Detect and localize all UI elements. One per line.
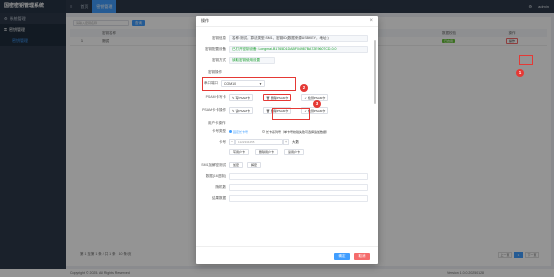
read-icon: ✎ xyxy=(232,108,235,113)
annotation-marker-3: 3 xyxy=(313,100,321,108)
random-input[interactable] xyxy=(229,184,368,191)
write-psam-button[interactable]: ✎ 写PSAM卡 xyxy=(229,94,254,101)
random-label: 随机数 xyxy=(215,185,227,189)
trash-icon: 🗑 xyxy=(266,95,270,100)
radio-dot xyxy=(262,130,266,133)
result-label: 结果数据 xyxy=(212,196,226,200)
decrypt-button[interactable]: 解密 xyxy=(247,162,262,168)
key-info-field: 名称:测试，算法类型:SM1，密钥ID(数据来源USBKEY，地址:) xyxy=(229,35,368,42)
highlight-delete-psam xyxy=(272,108,310,120)
card-type-label: 卡号类型 xyxy=(212,129,226,133)
data-input[interactable] xyxy=(229,173,368,180)
key-info-label: 密钥信息 xyxy=(212,36,226,40)
dialog-body: 密钥信息 名称:测试，算法类型:SM1，密钥ID(数据来源USBKEY，地址:)… xyxy=(196,27,378,246)
trash-icon: 🗑 xyxy=(266,108,270,113)
sm1-label: SM1加解密测试 xyxy=(201,162,226,167)
check-icon: ✓ xyxy=(304,95,307,100)
radio-fixed-card[interactable]: 固定长卡号 xyxy=(229,130,248,134)
device-field: 已打开密钥设备: Longmai-B1765D1DABF04987BA72E96… xyxy=(229,46,368,53)
write-user-card-button[interactable]: 写用户卡 xyxy=(229,149,250,155)
increment-button[interactable]: + xyxy=(283,139,289,145)
data-label: 数据(16进制) xyxy=(205,174,226,178)
operate-dialog: 操作 × 密钥信息 名称:测试，算法类型:SM1，密钥ID(数据来源USBKEY… xyxy=(196,16,378,264)
psam-read-label: PSAM卡卡操作 xyxy=(202,108,226,112)
close-icon[interactable]: × xyxy=(369,18,373,24)
method-label: 密钥方式 xyxy=(212,58,226,62)
dialog-title: 操作 xyxy=(201,18,209,23)
confirm-button[interactable]: 确定 xyxy=(334,253,350,260)
annotation-marker-2: 2 xyxy=(300,84,308,92)
annotation-marker-1: 1 xyxy=(516,69,524,77)
psam-write-label: PSAM卡写卡 xyxy=(205,95,226,99)
result-input[interactable] xyxy=(229,195,368,202)
chevron-down-icon: ▼ xyxy=(259,81,262,86)
user-card-section: 用户卡操作 xyxy=(208,121,226,125)
write-icon: ✎ xyxy=(232,95,235,100)
card-extra-label: 大数 xyxy=(292,139,299,144)
port-label: 串口端口 xyxy=(204,81,218,85)
encrypt-button[interactable]: 加密 xyxy=(229,162,244,168)
highlight-operate xyxy=(519,55,533,65)
dialog-footer: 确定 取消 xyxy=(196,246,378,264)
port-select[interactable]: COM10 ▼ xyxy=(221,80,265,87)
read-psam-button[interactable]: ✎ 读PSAM卡 xyxy=(229,107,254,114)
dialog-scrollbar[interactable] xyxy=(374,40,376,104)
method-field: 读取密钥使用设置 xyxy=(229,57,275,64)
radio-long-card[interactable]: 长卡系列号（单卡号校验失败可选择追加数据） xyxy=(262,130,329,134)
device-op-section: 密钥操作 xyxy=(208,70,222,74)
device-label: 密钥配置设备 xyxy=(205,47,226,51)
radio-dot xyxy=(229,130,232,133)
card-no-input[interactable]: 1122334455 xyxy=(235,139,283,145)
read-user-card-button[interactable]: 读用户卡 xyxy=(284,149,305,155)
delete-psam-button[interactable]: 🗑 删除PSAM卡 xyxy=(263,94,292,101)
cancel-button[interactable]: 取消 xyxy=(354,253,370,260)
delete-user-card-button[interactable]: 删除用户卡 xyxy=(255,149,279,155)
card-no-label: 卡号 xyxy=(219,139,226,144)
